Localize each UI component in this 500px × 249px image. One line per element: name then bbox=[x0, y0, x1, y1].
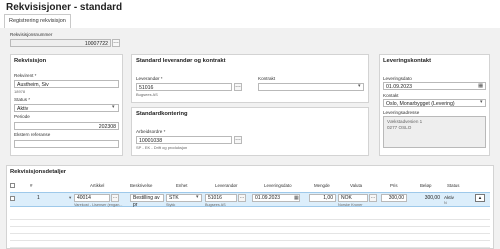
arbeidsordre-label: Arbeidsordre * bbox=[136, 129, 166, 134]
valuta-lookup-button[interactable]: … bbox=[369, 194, 377, 202]
req-number-field: 10007722 bbox=[10, 39, 111, 47]
beskrivelse-cell[interactable]: Bestilling av pr bbox=[130, 194, 164, 208]
rekvirent-label: Rekvirent * bbox=[14, 73, 37, 78]
leverandor-title: Standard leverandør og kontrakt bbox=[136, 58, 226, 64]
status-value: Aktiv bbox=[444, 195, 454, 200]
leverandor-label: Leverandør * bbox=[136, 76, 163, 81]
col-belop: Beløp bbox=[420, 183, 432, 188]
rekvisisjon-title: Rekvisisjon bbox=[14, 58, 47, 64]
col-valuta: Valuta bbox=[350, 183, 363, 188]
kontakt-label: Kontakt bbox=[383, 93, 399, 98]
arbeidsordre-lookup-button[interactable]: … bbox=[234, 136, 242, 144]
chevron-down-icon[interactable]: ▾ bbox=[358, 83, 361, 89]
select-all-checkbox[interactable] bbox=[10, 183, 15, 188]
pris-cell[interactable]: 300,00 bbox=[381, 194, 407, 202]
arbeidsordre-sub: SP - EK - Drift og produksjon bbox=[136, 145, 188, 150]
arbeidsordre-field[interactable]: 10001038 bbox=[136, 136, 232, 144]
row-collapse-button[interactable]: ▴ bbox=[475, 194, 485, 202]
calendar-icon[interactable]: ▦ bbox=[478, 83, 483, 89]
col-pris: Pris bbox=[390, 183, 398, 188]
chevron-down-icon[interactable]: ▾ bbox=[112, 104, 115, 110]
rekvirent-sub: 18978 bbox=[14, 89, 26, 94]
adresse-line2: 0277 OSLO bbox=[387, 125, 412, 130]
chevron-down-icon[interactable]: ▾ bbox=[196, 194, 199, 200]
leverandor-field[interactable]: 51016 bbox=[136, 83, 232, 91]
status-label: Status * bbox=[14, 97, 31, 102]
ekstern-label: Ekstern referanse bbox=[14, 132, 51, 137]
ekstern-field[interactable] bbox=[14, 140, 119, 148]
mengde-cell[interactable]: 1,00 bbox=[309, 194, 336, 202]
status-sub: N bbox=[444, 201, 447, 205]
req-number-label: Rekvisisjonsnummer bbox=[10, 32, 53, 37]
col-beskrivelse: Beskrivelse bbox=[130, 183, 153, 188]
leverandor-lookup-button[interactable]: … bbox=[234, 83, 242, 91]
belop-value: 300,00 bbox=[424, 195, 440, 201]
adresse-line1: Vækstadvesien 1 bbox=[387, 119, 423, 124]
periode-label: Periode bbox=[14, 114, 30, 119]
kontering-title: Standardkontering bbox=[136, 111, 188, 117]
col-artikkel: Artikkel bbox=[90, 183, 105, 188]
row-expand-icon[interactable]: ▾ bbox=[69, 195, 71, 201]
artikkel-lookup-button[interactable]: … bbox=[111, 194, 119, 202]
kontrakt-label: Kontrakt bbox=[258, 76, 276, 81]
kontrakt-select[interactable] bbox=[258, 83, 364, 91]
enhet-sub: Stykk bbox=[166, 203, 176, 207]
artikkel-sub: Varekost - Lisenser (engan... bbox=[74, 203, 123, 207]
row-num: 1 bbox=[37, 195, 40, 201]
tab-registrering[interactable]: Registrering rekvisisjon bbox=[4, 14, 71, 28]
col-num: # bbox=[30, 183, 33, 188]
leverandor-cell[interactable]: 51016 bbox=[205, 194, 237, 202]
leveringsdato-field[interactable]: 01.09.2023 bbox=[383, 82, 486, 90]
leverandor-cell-lookup-button[interactable]: … bbox=[238, 194, 246, 202]
page-title: Rekvisisjoner - standard bbox=[6, 2, 123, 13]
col-leveringsdato: Leveringsdato bbox=[264, 183, 292, 188]
leverandor-cell-sub: Bugsees AS bbox=[205, 203, 226, 207]
leverandor-sub: Bugsees AS bbox=[136, 92, 158, 97]
col-status: Status bbox=[447, 183, 460, 188]
chevron-down-icon[interactable]: ▾ bbox=[480, 99, 483, 105]
col-leverandor: Leverandør bbox=[215, 183, 238, 188]
valuta-sub: Norske Kroner bbox=[338, 203, 363, 207]
col-enhet: Enhet bbox=[176, 183, 188, 188]
leveringsdato-cell[interactable]: 01.09.2023 bbox=[252, 194, 300, 202]
valuta-cell[interactable]: NOK bbox=[338, 194, 368, 202]
artikkel-cell[interactable]: 40014 bbox=[74, 194, 110, 202]
empty-row bbox=[10, 240, 490, 248]
periode-field[interactable]: 202308 bbox=[14, 122, 119, 130]
req-number-lookup-button[interactable]: … bbox=[112, 39, 120, 47]
row-checkbox[interactable] bbox=[10, 196, 15, 201]
kontakt-select[interactable]: Oslo, Monarbygget (Levering) bbox=[383, 99, 486, 107]
details-title: Rekvisisjonsdetaljer bbox=[10, 169, 67, 175]
status-select[interactable]: Aktiv bbox=[14, 104, 119, 112]
col-mengde: Mengde bbox=[314, 183, 330, 188]
adresse-label: Leveringsadresse bbox=[383, 110, 420, 115]
rekvirent-field[interactable]: Austheim, Siv bbox=[14, 80, 119, 88]
leveringsdato-label: Leveringsdato bbox=[383, 76, 412, 81]
calendar-icon[interactable]: ▦ bbox=[294, 195, 299, 201]
leveringskontakt-title: Leveringskontakt bbox=[383, 58, 431, 64]
